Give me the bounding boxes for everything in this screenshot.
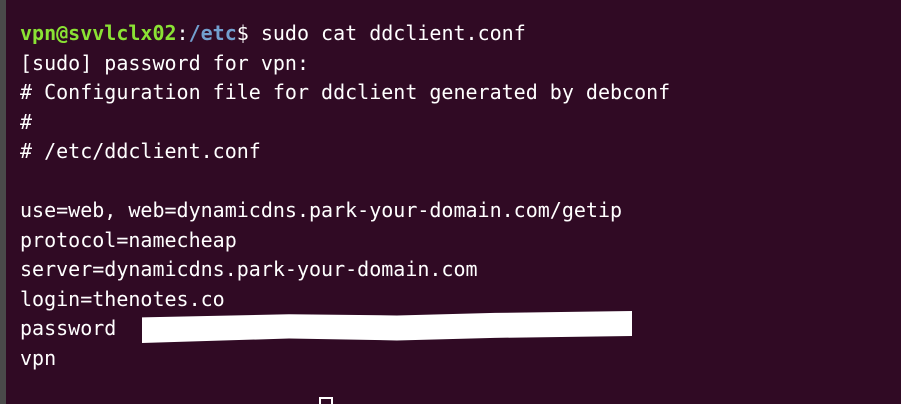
output-line: protocol=namecheap bbox=[20, 227, 237, 252]
output-line: vpn bbox=[20, 345, 57, 370]
output-line: # /etc/ddclient.conf bbox=[20, 139, 261, 163]
terminal-cursor bbox=[319, 397, 333, 404]
output-line: login=thenotes.co bbox=[20, 286, 225, 311]
prompt-symbol: $ bbox=[236, 21, 249, 45]
output-line: server=dynamicdns.park-your-domain.com bbox=[20, 257, 478, 281]
prompt-line: vpn@svvlclx02:/etc$ sudo cat ddclient.co… bbox=[20, 19, 670, 49]
prompt-colon: : bbox=[176, 21, 189, 45]
output-line: # Configuration file for ddclient genera… bbox=[20, 80, 671, 104]
terminal-window[interactable]: vpn@svvlclx02:/etc$ sudo cat ddclient.co… bbox=[0, 0, 901, 404]
prompt-user-host: vpn@svvlclx02 bbox=[20, 21, 177, 45]
command-text: sudo cat ddclient.conf bbox=[248, 21, 526, 45]
prompt-path: /etc bbox=[188, 21, 237, 45]
output-line: [sudo] password for vpn: bbox=[20, 50, 309, 75]
output-line: # bbox=[20, 109, 33, 134]
output-line: use=web, web=dynamicdns.park-your-domain… bbox=[20, 198, 623, 222]
